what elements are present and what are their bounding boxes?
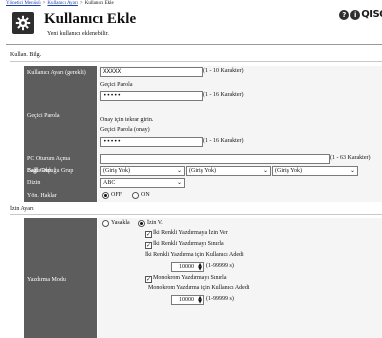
top-right-icons: ? i QISC xyxy=(339,9,382,20)
limit-mono-checkbox[interactable]: ✓ xyxy=(145,276,152,283)
admin-rights-value-cell: OFF ON xyxy=(98,189,382,202)
group-label-overlap: Bağlı Grup xyxy=(27,168,51,174)
breadcrumb-separator: > xyxy=(42,1,46,6)
group-select-2[interactable]: (Giriş Yok) ⌄ xyxy=(186,166,271,176)
username-input[interactable]: XXXXX xyxy=(100,67,203,77)
group-select-2-value: (Giriş Yok) xyxy=(189,168,217,174)
confirm-password-hint: (1 - 16 Karakter) xyxy=(203,138,244,144)
breadcrumb: Yönetici Menüsü > Kullanıcı Ayarı > Kullanıc… xyxy=(6,1,114,6)
chevron-down-icon: ⌄ xyxy=(349,167,355,174)
group-select-1[interactable]: (Giriş Yok) ⌄ xyxy=(100,166,185,176)
mono-count-range: (1-99999 s) xyxy=(206,296,234,302)
chevron-down-icon: ⌄ xyxy=(176,179,182,186)
group-label: Bağlı Olduğu Grup Bağlı Grup xyxy=(24,165,97,177)
mono-count-label: Monokrom Yazdırma için Kullanıcı Adedi xyxy=(148,285,250,291)
color-count-spinner[interactable]: 10000 ▲ ▼ xyxy=(171,262,204,272)
help-icon[interactable]: ? xyxy=(339,9,350,20)
username-value-cell: XXXXX (1 - 10 Karakter) xyxy=(98,66,382,79)
admin-off-label: OFF xyxy=(111,192,123,198)
breadcrumb-user-settings[interactable]: Kullanıcı Ayarı xyxy=(47,1,78,6)
temp-password-input[interactable]: ••••• xyxy=(100,91,203,101)
page: Yönetici Menüsü > Kullanıcı Ayarı > Kullanıc… xyxy=(0,0,382,338)
print-mode-value-cell: Yasakla İzin V. ✓ İki Renkli Yazdırmaya … xyxy=(98,218,382,338)
color-count-range: (1-99999 s) xyxy=(206,263,234,269)
username-label: Kullanıcı Ayarı (gerekli) xyxy=(24,66,97,79)
confirm-prompt: Onay için tekrar girin. xyxy=(100,117,154,123)
spinner-arrows-icon[interactable]: ▲ ▼ xyxy=(198,296,202,305)
limit-mono-label: Monokrom Yazdırmayı Sınırla xyxy=(153,275,227,281)
header-divider xyxy=(6,44,382,45)
page-subtitle: Yeni kullanıcı eklenebilir. xyxy=(47,31,109,37)
index-label: Dizin xyxy=(24,177,97,189)
allow-color-label: İki Renkli Yazdırmaya İzin Ver xyxy=(153,230,228,236)
group-select-3-value: (Giriş Yok) xyxy=(275,168,303,174)
group-value-cell: (Giriş Yok) ⌄ (Giriş Yok) ⌄ (Giriş Yok) … xyxy=(98,165,382,177)
section-divider xyxy=(10,214,382,215)
admin-rights-label: Yön. Haklar xyxy=(24,189,97,202)
color-count-label: İki Renkli Yazdırma için Kullanıcı Adedi xyxy=(145,252,244,258)
spinner-arrows-icon[interactable]: ▲ ▼ xyxy=(198,263,202,272)
pc-login-label: PC Oturum Açma xyxy=(24,153,97,165)
index-select-value: ABC xyxy=(103,180,116,186)
page-title: Kullanıcı Ekle xyxy=(44,11,137,27)
brand-logo: QISC xyxy=(361,9,382,20)
row-temp-password: Geçici Parola Geçici Parola ••••• (1 - 1… xyxy=(24,79,382,154)
prohibit-radio[interactable] xyxy=(102,220,109,227)
limit-color-label: İki Renkli Yazdırmayı Sınırla xyxy=(153,241,224,247)
chevron-down-icon: ⌄ xyxy=(176,167,182,174)
row-print-mode: Yazdırma Modu Yasakla İzin V. ✓ İki Renk… xyxy=(24,218,382,338)
info-icon[interactable]: i xyxy=(350,9,361,20)
confirm-password-input[interactable]: ••••• xyxy=(100,137,203,147)
breadcrumb-current: Kullanıcı Ekle xyxy=(84,1,114,6)
section-divider xyxy=(10,61,382,62)
group-select-3[interactable]: (Giriş Yok) ⌄ xyxy=(272,166,358,176)
admin-on-label: ON xyxy=(141,192,150,198)
section-user-info-label: Kullan. Bilg. xyxy=(10,52,42,58)
temp-password-value-cell: Geçici Parola ••••• (1 - 16 Karakter) On… xyxy=(98,79,382,153)
pc-login-input[interactable] xyxy=(100,154,330,164)
confirm-password-label: Geçici Parola (onay) xyxy=(100,127,150,133)
breadcrumb-separator: > xyxy=(79,1,83,6)
temp-password-label: Geçici Parola xyxy=(24,79,97,153)
permit-radio[interactable] xyxy=(138,220,145,227)
username-hint: (1 - 10 Karakter) xyxy=(203,68,244,74)
permit-label: İzin V. xyxy=(147,220,163,226)
mono-count-spinner[interactable]: 10000 ▲ ▼ xyxy=(171,295,204,305)
pc-login-hint: (1 - 63 Karakter) xyxy=(330,155,371,161)
mono-count-value: 10000 xyxy=(179,297,194,303)
prohibit-label: Yasakla xyxy=(111,220,130,226)
index-select[interactable]: ABC ⌄ xyxy=(100,178,185,188)
temp-password-hint: (1 - 16 Karakter) xyxy=(203,92,244,98)
allow-color-checkbox[interactable]: ✓ xyxy=(145,231,152,238)
row-username: Kullanıcı Ayarı (gerekli) XXXXX (1 - 10 … xyxy=(24,66,382,80)
admin-off-radio[interactable] xyxy=(102,192,109,199)
chevron-down-icon: ⌄ xyxy=(262,167,268,174)
pc-login-value-cell: (1 - 63 Karakter) xyxy=(98,153,382,165)
index-value-cell: ABC ⌄ xyxy=(98,177,382,189)
temp-password-sublabel: Geçici Parola xyxy=(100,82,133,88)
color-count-value: 10000 xyxy=(179,264,194,270)
gear-icon xyxy=(12,12,34,34)
breadcrumb-admin-menu[interactable]: Yönetici Menüsü xyxy=(6,1,41,6)
group-select-1-value: (Giriş Yok) xyxy=(103,168,131,174)
limit-color-checkbox[interactable]: ✓ xyxy=(145,242,152,249)
print-mode-label: Yazdırma Modu xyxy=(24,218,97,338)
row-admin-rights: Yön. Haklar OFF ON xyxy=(24,189,382,203)
section-permissions-label: İzin Ayarı xyxy=(10,206,34,212)
admin-on-radio[interactable] xyxy=(132,192,139,199)
